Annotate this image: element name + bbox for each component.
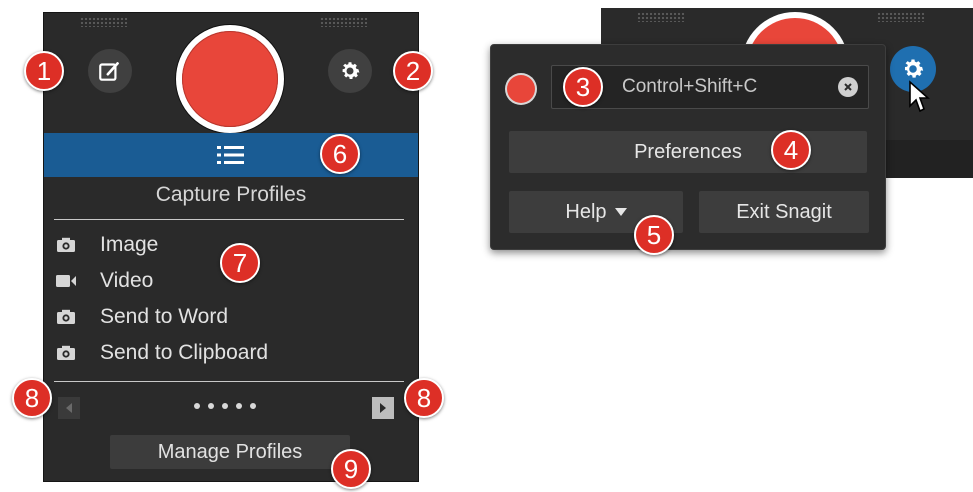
camera-icon (54, 344, 78, 362)
open-editor-button[interactable] (88, 49, 132, 93)
mouse-pointer-icon (908, 80, 931, 118)
gear-icon (342, 62, 360, 79)
chevron-right-icon (380, 403, 386, 413)
page-dot[interactable] (236, 403, 242, 409)
preferences-label: Preferences (634, 140, 742, 163)
profile-item[interactable]: Send to Clipboard (54, 337, 268, 369)
page-dot[interactable] (194, 403, 200, 409)
profiles-toggle-bar[interactable] (44, 133, 418, 177)
profile-item[interactable]: Image (54, 229, 158, 261)
page-indicator (194, 403, 256, 409)
callout-badge: 8 (12, 378, 52, 418)
caret-down-icon (614, 208, 627, 216)
profile-item[interactable]: Video (54, 265, 153, 297)
callout-badge: 1 (24, 51, 64, 91)
drag-grip[interactable] (877, 12, 925, 22)
divider (54, 381, 404, 382)
settings-menu: Control+Shift+C Preferences Help Exit Sn… (490, 44, 886, 250)
profile-label: Video (100, 269, 154, 292)
callout-badge: 8 (404, 378, 444, 418)
editor-icon (99, 62, 119, 81)
page-dot[interactable] (250, 403, 256, 409)
capture-button[interactable] (176, 25, 284, 133)
list-icon (217, 146, 244, 164)
page-dot[interactable] (208, 403, 214, 409)
camera-icon (54, 236, 78, 254)
section-title: Capture Profiles (155, 183, 307, 206)
help-label: Help (565, 200, 607, 223)
video-camera-icon (54, 272, 78, 290)
profile-label: Image (100, 233, 159, 256)
callout-badge: 5 (634, 215, 674, 255)
divider (54, 219, 404, 220)
callout-badge: 6 (320, 134, 360, 174)
clear-icon[interactable] (838, 77, 858, 97)
hotkey-value: Control+Shift+C (622, 76, 758, 97)
camera-icon (54, 308, 78, 326)
exit-snagit-button[interactable]: Exit Snagit (699, 191, 869, 233)
callout-badge: 2 (393, 51, 433, 91)
profile-item[interactable]: Send to Word (54, 301, 228, 333)
profile-label: Send to Word (100, 305, 229, 328)
settings-button[interactable] (328, 49, 372, 93)
drag-grip[interactable] (80, 17, 128, 27)
previous-page-button[interactable] (58, 397, 80, 419)
callout-badge: 4 (771, 130, 811, 170)
callout-badge: 7 (220, 243, 260, 283)
exit-label: Exit Snagit (736, 200, 832, 223)
record-indicator (507, 75, 535, 103)
page-dot[interactable] (222, 403, 228, 409)
callout-badge: 9 (331, 449, 371, 489)
next-page-button[interactable] (372, 397, 394, 419)
drag-grip[interactable] (637, 12, 685, 22)
callout-badge: 3 (563, 67, 603, 107)
manage-profiles-button[interactable]: Manage Profiles (110, 435, 350, 469)
drag-grip[interactable] (320, 17, 368, 27)
preferences-button[interactable]: Preferences (509, 131, 867, 173)
profile-label: Send to Clipboard (100, 341, 269, 364)
chevron-left-icon (66, 403, 72, 413)
